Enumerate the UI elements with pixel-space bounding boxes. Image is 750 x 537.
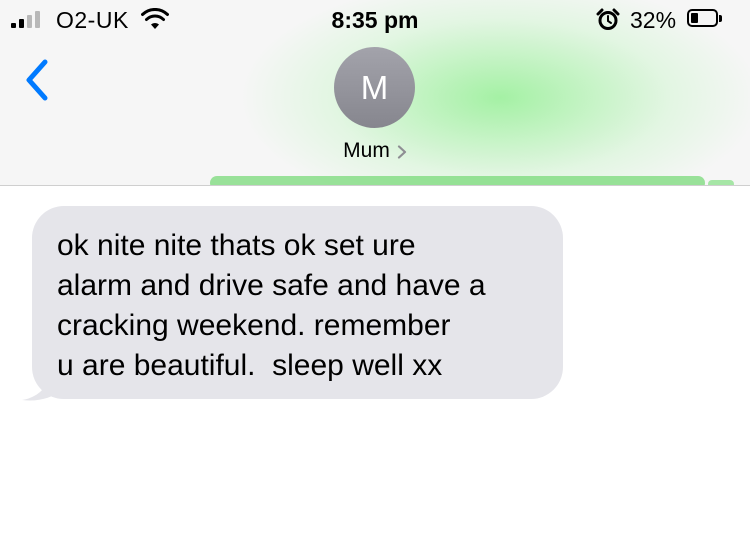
battery-terminal bbox=[719, 15, 722, 22]
contact-name-button[interactable]: Mum bbox=[0, 139, 750, 163]
chevron-right-icon bbox=[397, 145, 406, 159]
contact-avatar[interactable]: M bbox=[334, 47, 415, 128]
incoming-message-bubble[interactable]: ok nite nite thats ok set ure alarm and … bbox=[32, 206, 563, 399]
battery-icon bbox=[687, 9, 718, 27]
back-button[interactable] bbox=[20, 58, 54, 102]
alarm-clock-icon bbox=[596, 8, 620, 30]
contact-name: Mum bbox=[343, 139, 390, 162]
avatar-initial: M bbox=[360, 68, 389, 106]
battery-level-fill bbox=[691, 13, 698, 23]
conversation-header: O2-UK 8:35 pm 32% M Mum bbox=[0, 0, 750, 186]
outgoing-bubble-edge bbox=[210, 176, 705, 185]
outgoing-bubble-tail bbox=[708, 180, 734, 185]
battery-percentage: 32% bbox=[630, 7, 677, 33]
status-bar: O2-UK 8:35 pm 32% bbox=[0, 0, 750, 40]
